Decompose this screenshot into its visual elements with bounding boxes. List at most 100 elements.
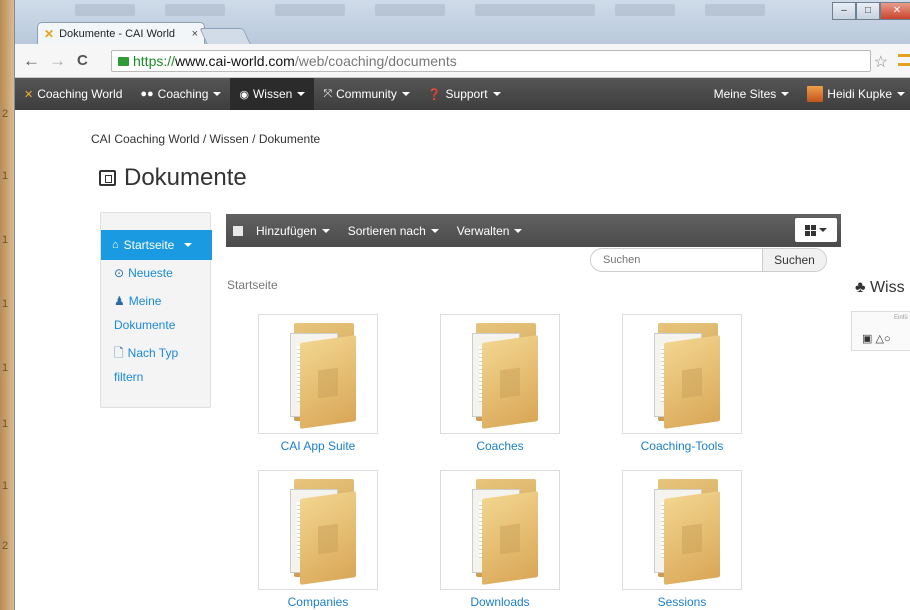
nav-item-label: Coaching: [157, 87, 209, 101]
folder-card[interactable]: [440, 470, 560, 590]
nav-item-label: Support: [445, 87, 488, 101]
documents-sidebar: ⌂ Startseite ⊙ Neueste ♟ Meine Dokumente 🗋…: [100, 212, 212, 408]
lock-icon: [118, 57, 129, 66]
grid-view-icon: [805, 224, 816, 236]
site-navbar: ✕ Coaching World ●● Coaching ◉ Wissen ⤧ …: [15, 78, 910, 110]
brand-logo-icon: ✕: [24, 88, 34, 101]
sidebar-item-label: Dokumente: [114, 318, 176, 332]
search-form: Suchen: [590, 248, 827, 272]
chevron-down-icon: [321, 228, 330, 233]
desktop-label: 1: [2, 170, 9, 182]
my-sites-menu[interactable]: Meine Sites: [705, 78, 799, 110]
chevron-down-icon: [430, 228, 439, 233]
browser-tab[interactable]: ✕ Dokumente - CAI World ×: [37, 22, 205, 44]
chevron-down-icon: [184, 243, 193, 247]
url-scheme: https://: [133, 53, 176, 69]
sidebar-item-neueste[interactable]: ⊙ Neueste: [114, 261, 173, 285]
desktop-label: 1: [2, 362, 9, 374]
expand-icon: ⤧: [323, 87, 333, 100]
chevron-down-icon: [819, 228, 827, 232]
chevron-down-icon: [213, 92, 222, 96]
back-arrow-icon[interactable]: ←: [23, 50, 40, 72]
sidebar-item-label: Meine: [128, 294, 162, 308]
user-name: Heidi Kupke: [827, 87, 892, 101]
shapes-icon[interactable]: ▣ △○: [862, 332, 891, 345]
nav-item-support[interactable]: ❓ Support: [419, 78, 510, 110]
close-window-icon[interactable]: ✕: [880, 2, 910, 20]
nav-item-label: Community: [336, 87, 397, 101]
search-button[interactable]: Suchen: [762, 249, 826, 271]
tab-close-icon[interactable]: ×: [192, 28, 198, 40]
folder-link[interactable]: Coaching-Tools: [582, 439, 782, 453]
sidebar-item-startseite[interactable]: ⌂ Startseite: [101, 230, 212, 260]
sidebar-item-nach-typ-filtern[interactable]: 🗋 Nach Typ filtern: [114, 341, 178, 389]
forward-arrow-icon[interactable]: →: [49, 50, 66, 72]
folder-card[interactable]: [440, 314, 560, 434]
browser-menu-icon[interactable]: [898, 54, 910, 66]
chevron-down-icon: [492, 92, 501, 96]
folder-link[interactable]: CAI App Suite: [218, 439, 418, 453]
nav-brand[interactable]: ✕ Coaching World: [15, 78, 131, 110]
add-menu-button[interactable]: Hinzufügen: [256, 224, 330, 238]
chevron-down-icon: [897, 92, 905, 96]
sidebar-item-meine-dokumente[interactable]: ♟ Meine Dokumente: [114, 289, 175, 337]
search-input[interactable]: [591, 253, 762, 267]
sidebar-item-label: Neueste: [128, 266, 173, 280]
sort-menu-button[interactable]: Sortieren nach: [348, 224, 439, 238]
file-icon: 🗋: [114, 346, 124, 360]
chevron-down-icon: [297, 92, 306, 96]
folder-link[interactable]: Sessions: [582, 595, 782, 609]
current-folder-label: Startseite: [227, 278, 278, 292]
browser-window: ✕ Dokumente - CAI World × – □ ✕ ← → C ht…: [14, 0, 910, 610]
tab-title: Dokumente - CAI World: [59, 27, 176, 40]
chevron-down-icon: [781, 92, 790, 96]
sidebar-item-label: filtern: [114, 370, 144, 384]
nav-right: Meine Sites Heidi Kupke: [705, 78, 910, 110]
maximize-icon[interactable]: □: [856, 2, 880, 20]
knowledge-portlet-label: Wiss: [869, 279, 905, 296]
folder-card[interactable]: [258, 314, 378, 434]
my-sites-label: Meine Sites: [713, 87, 777, 101]
folder-icon: [468, 479, 538, 585]
user-menu[interactable]: Heidi Kupke: [798, 78, 910, 110]
folder-card[interactable]: [258, 470, 378, 590]
url-path: /web/coaching/documents: [294, 53, 457, 69]
desktop-label: 2: [2, 108, 9, 120]
tree-icon: ♣: [855, 279, 866, 296]
display-style-button[interactable]: [795, 218, 837, 242]
nav-item-community[interactable]: ⤧ Community: [314, 78, 419, 110]
folder-link[interactable]: Coaches: [400, 439, 600, 453]
folder-icon: [286, 323, 356, 429]
select-all-checkbox[interactable]: [233, 225, 243, 236]
chevron-down-icon: [514, 228, 523, 233]
folder-icon: [286, 479, 356, 585]
browser-titlebar: ✕ Dokumente - CAI World × – □ ✕: [15, 0, 910, 44]
folder-link[interactable]: Downloads: [400, 595, 600, 609]
reload-icon[interactable]: C: [77, 50, 88, 72]
document-icon: [99, 170, 116, 186]
new-tab-button[interactable]: [199, 28, 251, 44]
folder-link[interactable]: Companies: [218, 595, 418, 609]
folder-icon: [468, 323, 538, 429]
minimize-icon[interactable]: –: [832, 2, 856, 20]
nav-item-wissen[interactable]: ◉ Wissen: [230, 78, 315, 110]
knowledge-portlet-title: ♣ Wiss: [855, 279, 905, 297]
add-menu-label: Hinzufügen: [256, 223, 317, 238]
sidebar-item-label: Startseite: [123, 238, 175, 252]
folder-card[interactable]: [622, 314, 742, 434]
nav-item-label: Wissen: [252, 87, 293, 101]
bookmark-star-icon[interactable]: ☆: [874, 52, 888, 72]
folder-icon: [650, 323, 720, 429]
portlet-small-text: Einfü: [894, 315, 908, 321]
people-icon: ●●: [140, 88, 154, 100]
nav-item-coaching[interactable]: ●● Coaching: [131, 78, 230, 110]
folder-icon: [650, 479, 720, 585]
url-input[interactable]: https://www.cai-world.com/web/coaching/d…: [111, 50, 871, 72]
chevron-down-icon: [401, 92, 410, 96]
window-controls: – □ ✕: [832, 2, 910, 20]
manage-menu-button[interactable]: Verwalten: [457, 224, 523, 238]
page-title-text: Dokumente: [124, 164, 247, 191]
desktop-label: 1: [2, 234, 9, 246]
desktop-label: 1: [2, 418, 9, 430]
folder-card[interactable]: [622, 470, 742, 590]
